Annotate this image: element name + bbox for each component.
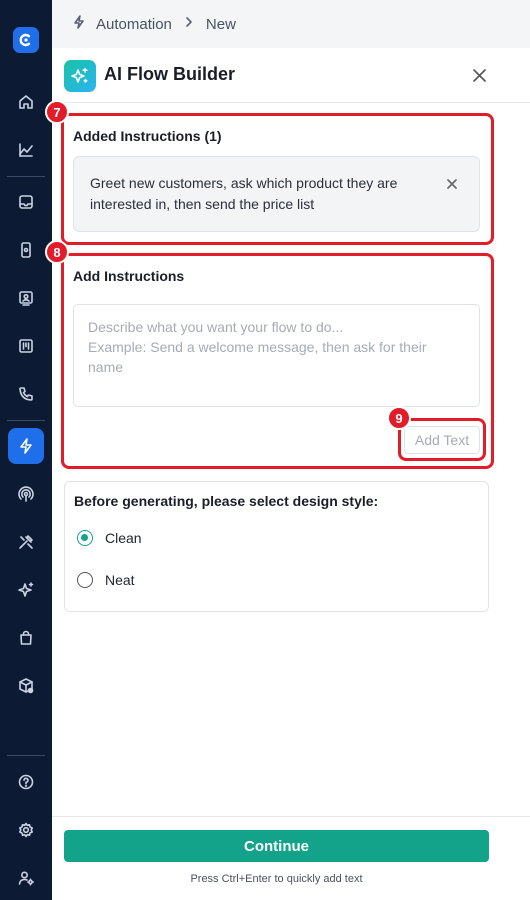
annotation-box-add-text bbox=[398, 418, 486, 461]
style-option-neat[interactable]: Neat bbox=[77, 572, 135, 588]
inbox-icon[interactable] bbox=[8, 184, 44, 220]
annotation-badge: 9 bbox=[387, 406, 411, 430]
close-icon[interactable] bbox=[468, 64, 490, 86]
broadcast-icon[interactable] bbox=[8, 476, 44, 512]
sidebar-divider bbox=[7, 420, 45, 421]
style-option-clean[interactable]: Clean bbox=[77, 530, 142, 546]
panel-header: AI Flow Builder bbox=[52, 48, 530, 103]
radio-clean[interactable] bbox=[77, 530, 93, 546]
breadcrumb-item-new: New bbox=[205, 15, 236, 33]
brand-logo-icon[interactable] bbox=[13, 27, 39, 53]
annotation-box-added-instructions bbox=[61, 113, 494, 245]
chevron-right-icon bbox=[182, 15, 196, 33]
settings-icon[interactable] bbox=[8, 812, 44, 848]
shortcut-hint: Press Ctrl+Enter to quickly add text bbox=[190, 873, 363, 885]
panel-title: AI Flow Builder bbox=[104, 64, 236, 84]
automation-icon[interactable] bbox=[8, 428, 44, 464]
sparkles-icon bbox=[64, 60, 96, 92]
breadcrumb-item-automation[interactable]: Automation bbox=[96, 16, 172, 33]
sidebar bbox=[0, 0, 52, 900]
package-icon[interactable] bbox=[8, 668, 44, 704]
style-option-label: Neat bbox=[105, 572, 135, 588]
contacts-icon[interactable] bbox=[8, 280, 44, 316]
analytics-icon[interactable] bbox=[8, 132, 44, 168]
breadcrumb: Automation New bbox=[52, 0, 530, 48]
footer-divider bbox=[52, 816, 530, 817]
lightning-icon bbox=[72, 15, 86, 33]
ai-sparkles-icon[interactable] bbox=[8, 572, 44, 608]
design-style-title: Before generating, please select design … bbox=[74, 493, 379, 509]
annotation-badge: 7 bbox=[45, 100, 69, 124]
annotation-badge: 8 bbox=[45, 240, 69, 264]
style-option-label: Clean bbox=[105, 530, 142, 546]
phone-icon[interactable] bbox=[8, 376, 44, 412]
sidebar-divider bbox=[7, 176, 45, 177]
tools-icon[interactable] bbox=[8, 524, 44, 560]
shop-icon[interactable] bbox=[8, 620, 44, 656]
home-icon[interactable] bbox=[8, 84, 44, 120]
radio-neat[interactable] bbox=[77, 572, 93, 588]
sidebar-divider bbox=[7, 755, 45, 756]
user-settings-icon[interactable] bbox=[8, 860, 44, 896]
mobile-icon[interactable] bbox=[8, 232, 44, 268]
board-icon[interactable] bbox=[8, 328, 44, 364]
design-style-card: Before generating, please select design … bbox=[64, 481, 489, 612]
help-icon[interactable] bbox=[8, 764, 44, 800]
continue-button[interactable]: Continue bbox=[64, 830, 489, 862]
